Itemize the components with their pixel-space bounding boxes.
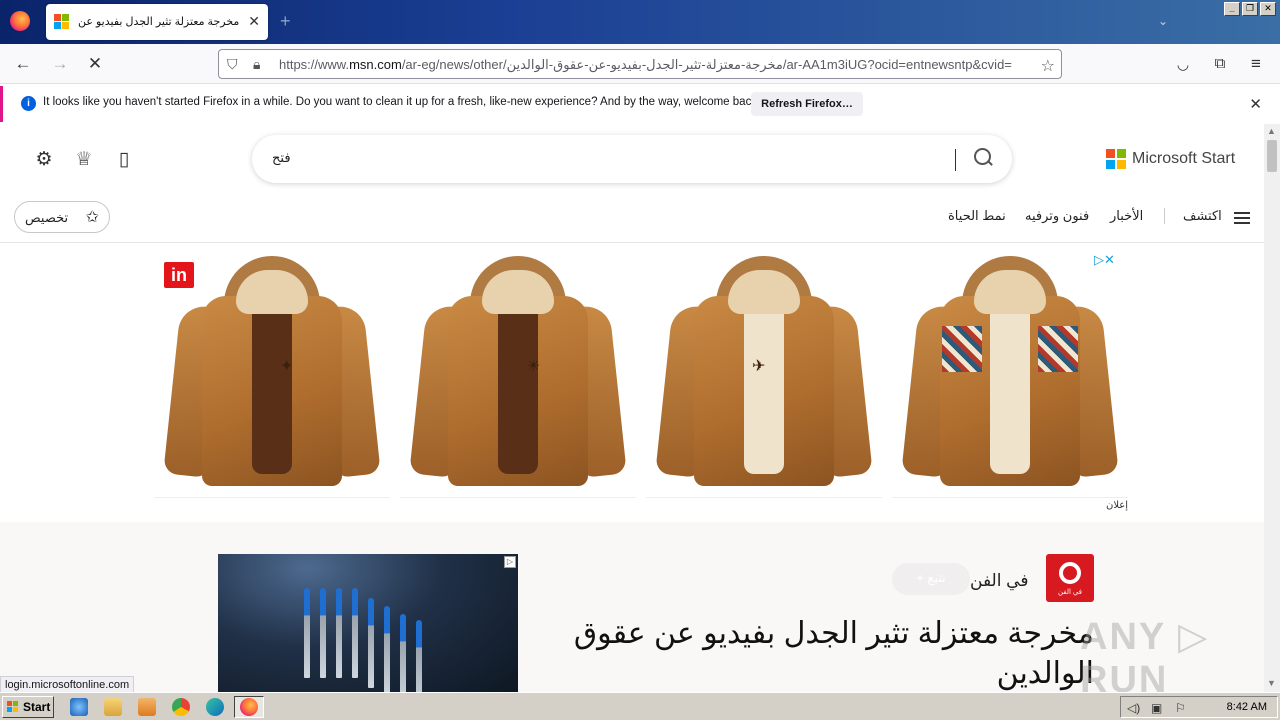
system-tray: ◁) ▣ ⚐ 8:42 AM [1120,696,1278,718]
new-tab-button[interactable]: + [280,12,291,30]
windows-flag-icon [7,701,19,713]
notification-bar: i It looks like you haven't started Fire… [0,86,1280,122]
url-text[interactable]: https://www.msn.com/ar-eg/news/other/مخر… [279,57,1029,73]
personalize-button[interactable]: تخصيص ✩ [14,201,110,233]
follow-label: + تتبع [916,570,946,585]
scroll-thumb[interactable] [1267,140,1277,172]
jacket-image: ☀ [409,256,627,492]
stop-loading-icon[interactable]: ✕ [84,53,106,75]
firefox-icon [240,698,258,716]
forward-arrow-icon[interactable]: → [49,53,71,75]
microsoft-logo-icon[interactable] [1106,149,1126,169]
search-icon[interactable] [972,146,994,168]
nav-lifestyle[interactable]: نمط الحياة [948,208,1006,224]
personalize-label: تخصيص [25,210,69,225]
edge-icon[interactable] [206,698,224,716]
shield-icon[interactable]: ⛉ [227,56,238,73]
file-explorer-icon[interactable] [104,698,122,716]
rewards-trophy-icon[interactable]: ♕ [72,148,96,172]
ad-banner[interactable]: in ✦ ☀ ✈ ▷✕ إعلان [154,248,1130,511]
notification-close-icon[interactable]: ✕ [1249,95,1262,113]
ad-info-icon[interactable]: ▷ [504,556,516,568]
nav-separator [1164,208,1165,224]
mobile-app-icon[interactable]: ▯ [112,148,136,172]
ad-product-card[interactable]: in ✦ [154,248,390,498]
restore-button[interactable]: ❐ [1242,2,1258,16]
lock-icon[interactable]: 🔒︎ [253,56,260,73]
publisher-logo-text: في الفن [1057,589,1083,596]
page-scrollbar[interactable]: ▲ ▼ [1264,124,1280,692]
network-icon[interactable]: ▣ [1151,701,1162,715]
tab-title: مخرجة معتزلة تثير الجدل بفيديو عن [78,16,240,28]
volume-icon[interactable]: ◁) [1127,701,1140,715]
jacket-image: ✈ [655,256,873,492]
jacket-image [901,256,1119,492]
scroll-up-icon[interactable]: ▲ [1267,126,1276,136]
navigation-toolbar: ← → ✕ ⛉ 🔒︎ https://www.msn.com/ar-eg/new… [0,44,1280,84]
firefox-menu-icon[interactable] [10,11,30,31]
msn-favicon-icon [54,14,70,30]
nav-news[interactable]: الأخبار [1110,208,1143,224]
brand-name[interactable]: Microsoft Start [1132,150,1235,168]
scroll-down-icon[interactable]: ▼ [1267,678,1276,688]
internet-explorer-icon[interactable] [70,698,88,716]
ad-product-card[interactable] [892,248,1128,498]
app-menu-icon[interactable]: ≡ [1245,53,1267,75]
web-page: ⚙ ♕ ▯ فتح Microsoft Start تخصيص ✩ نمط ال… [0,124,1264,692]
sparkle-star-icon: ✩ [85,209,99,226]
window-controls: _ ❐ ✕ [1224,2,1276,16]
follow-button[interactable]: + تتبع [892,563,970,595]
action-center-flag-icon[interactable]: ⚐ [1175,701,1186,715]
close-window-button[interactable]: ✕ [1260,2,1276,16]
anyrun-watermark: ANY ▷ RUN [1080,616,1210,692]
search-input[interactable]: فتح [272,150,291,166]
firefox-taskbar-button[interactable] [234,696,264,718]
media-player-icon[interactable] [138,698,156,716]
tab-active[interactable]: مخرجة معتزلة تثير الجدل بفيديو عن ✕ [46,4,268,40]
minimize-button[interactable]: _ [1224,2,1240,16]
chrome-icon[interactable] [172,698,190,716]
jacket-image: ✦ [163,256,381,492]
hamburger-menu-icon[interactable] [1234,212,1250,224]
ad-product-card[interactable]: ☀ [400,248,636,498]
extensions-icon[interactable]: ⧉ [1209,53,1231,75]
clock[interactable]: 8:42 AM [1227,701,1267,713]
start-button[interactable]: Start [2,696,54,718]
publisher-logo[interactable]: في الفن [1046,554,1094,602]
tab-close-icon[interactable]: ✕ [248,13,260,29]
info-icon: i [21,96,36,111]
ad-label: إعلان [1106,500,1129,511]
publisher-name[interactable]: في الفن [970,571,1028,591]
window-titlebar: مخرجة معتزلة تثير الجدل بفيديو عن ✕ + ⌄ … [0,0,1280,44]
nav-entertainment[interactable]: فنون وترفيه [1025,208,1089,224]
bookmark-star-icon[interactable]: ☆ [1041,56,1055,76]
nav-discover[interactable]: اكتشف [1183,208,1222,224]
article-headline: مخرجة معتزلة تثير الجدل بفيديو عن عقوق ا… [573,617,1094,690]
taskbar: Start ◁) ▣ ⚐ 8:42 AM [0,692,1280,720]
nav-divider [0,242,1264,243]
ad-choices-icon[interactable]: ▷✕ [1094,252,1115,268]
article-ad-image[interactable]: ▷ [218,554,518,692]
search-divider [955,149,956,171]
notification-message: It looks like you haven't started Firefo… [43,96,761,108]
url-bar[interactable]: ⛉ 🔒︎ https://www.msn.com/ar-eg/news/othe… [218,49,1062,79]
refresh-firefox-button[interactable]: Refresh Firefox… [751,92,863,116]
settings-gear-icon[interactable]: ⚙ [32,148,56,172]
list-all-tabs-icon[interactable]: ⌄ [1158,14,1168,28]
start-label: Start [23,700,51,714]
search-box[interactable]: فتح [252,135,1012,183]
ad-product-card[interactable]: ✈ [646,248,882,498]
status-link-preview: login.microsoftonline.com [0,676,135,693]
back-arrow-icon[interactable]: ← [12,53,34,75]
pocket-icon[interactable]: ◡ [1172,53,1194,75]
